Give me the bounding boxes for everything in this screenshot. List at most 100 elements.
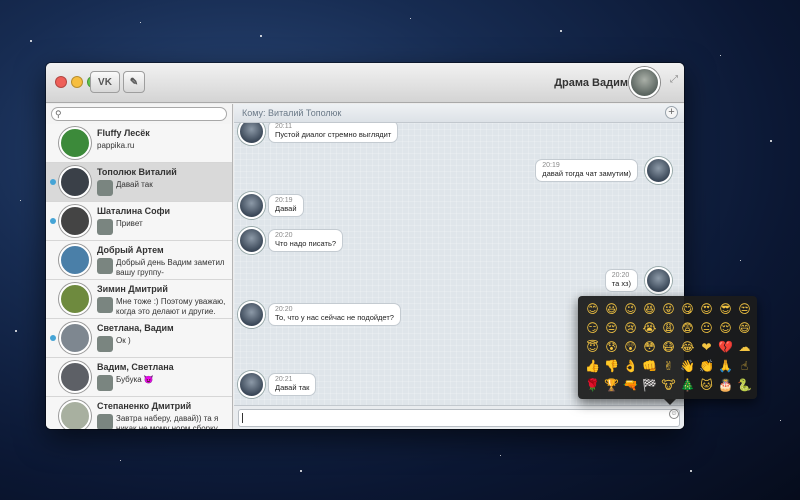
message-time: 20:19: [275, 197, 293, 204]
message-text: Давай так: [275, 383, 310, 392]
message-bubble[interactable]: 20:20 та хз): [604, 269, 638, 292]
contact-name: Степаненко Дмитрий: [97, 401, 192, 411]
emoji-item[interactable]: 👋: [678, 357, 697, 376]
emoji-item[interactable]: 😒: [735, 300, 754, 319]
emoji-item[interactable]: 🎂: [716, 376, 735, 395]
emoji-item[interactable]: 😨: [678, 319, 697, 338]
message-avatar: [238, 301, 265, 328]
emoji-item[interactable]: 😃: [602, 300, 621, 319]
message-bubble[interactable]: 20:11 Пустой диалог стремно выглядит: [268, 123, 399, 143]
emoji-item[interactable]: 😷: [659, 338, 678, 357]
emoji-item[interactable]: 👌: [621, 357, 640, 376]
message-text: Что надо писать?: [275, 239, 337, 248]
emoji-item[interactable]: 😲: [621, 338, 640, 357]
contact-item[interactable]: Зимин Дмитрий Мне тоже :) Поэтому уважаю,…: [46, 280, 232, 319]
message-avatar: [238, 371, 265, 398]
message-bubble[interactable]: 20:20 Что надо писать?: [268, 229, 344, 252]
emoji-icon[interactable]: ☺: [669, 409, 679, 419]
contact-item[interactable]: Тополюк Виталий Давай так: [46, 163, 232, 202]
compose-icon[interactable]: ✎: [123, 71, 145, 93]
message-input[interactable]: [238, 409, 680, 427]
composer: ☺: [234, 405, 684, 429]
contact-item[interactable]: Светлана, Вадим Ок ): [46, 319, 232, 358]
contact-name: Добрый Артем: [97, 245, 164, 255]
emoji-item[interactable]: 🏁: [640, 376, 659, 395]
message-avatar: [238, 227, 265, 254]
emoji-item[interactable]: 😐: [697, 319, 716, 338]
vk-logo-icon[interactable]: VK: [90, 71, 120, 93]
message-time: 20:20: [275, 306, 293, 313]
emoji-item[interactable]: 😰: [602, 338, 621, 357]
emoji-item[interactable]: ❤: [697, 338, 716, 357]
sender-mini-avatar: [97, 219, 113, 235]
message-avatar: [238, 123, 265, 145]
contact-item[interactable]: Вадим, Светлана Бубука 😈: [46, 358, 232, 397]
contact-item[interactable]: Добрый Артем Добрый день Вадим заметил ва…: [46, 241, 232, 280]
emoji-item[interactable]: 🐮: [659, 376, 678, 395]
emoji-item[interactable]: 👎: [602, 357, 621, 376]
emoji-item[interactable]: ☝: [735, 357, 754, 376]
contact-name: Зимин Дмитрий: [97, 284, 168, 294]
message-bubble[interactable]: 20:19 давай тогда чат замутим): [535, 159, 638, 182]
emoji-item[interactable]: 👍: [583, 357, 602, 376]
emoji-picker: 😊 😃 😉 😆 😜 😋 😍 😎 😒 😏 😔 😢 😭 😩 😨 😐 😌 😄 😇 😰 😲 😳 😷 😂 ❤ 💔 ☁ 👍 👎 👌 👊 ✌ 👋 👏 🙏 ☝ 🌹 🏆 🔫 🏁…: [578, 296, 757, 405]
emoji-item[interactable]: 😔: [602, 319, 621, 338]
emoji-item[interactable]: 😍: [697, 300, 716, 319]
emoji-item[interactable]: 😌: [716, 319, 735, 338]
message-bubble[interactable]: 20:21 Давай так: [268, 373, 317, 396]
emoji-item[interactable]: 😢: [621, 319, 640, 338]
message-text: давай тогда чат замутим): [542, 169, 631, 178]
emoji-item[interactable]: 🐱: [697, 376, 716, 395]
emoji-grid: 😊 😃 😉 😆 😜 😋 😍 😎 😒 😏 😔 😢 😭 😩 😨 😐 😌 😄 😇 😰 😲 😳 😷 😂 ❤ 💔 ☁ 👍 👎 👌 👊 ✌ 👋 👏 🙏 ☝ 🌹 🏆 🔫 🏁…: [583, 300, 752, 395]
emoji-item[interactable]: 😜: [659, 300, 678, 319]
message-avatar: [645, 267, 672, 294]
emoji-item[interactable]: 😳: [640, 338, 659, 357]
message-bubble[interactable]: 20:20 То, что у нас сейчас не подойдет?: [268, 303, 401, 326]
message-text: То, что у нас сейчас не подойдет?: [275, 313, 394, 322]
message-preview: Привет: [116, 219, 143, 228]
emoji-item[interactable]: 🔫: [621, 376, 640, 395]
emoji-item[interactable]: 😩: [659, 319, 678, 338]
close-window-button[interactable]: [55, 76, 67, 88]
sender-mini-avatar: [97, 414, 113, 429]
message-preview: Добрый день Вадим заметил вашу группу-: [116, 258, 225, 277]
message-in: 20:20 Что надо писать?: [234, 227, 684, 257]
expand-icon[interactable]: ⤢: [670, 75, 680, 85]
search-input[interactable]: ⚲: [51, 107, 227, 121]
emoji-item[interactable]: 🙏: [716, 357, 735, 376]
emoji-item[interactable]: 😉: [621, 300, 640, 319]
online-indicator: [50, 218, 56, 224]
emoji-item[interactable]: 💔: [716, 338, 735, 357]
emoji-item[interactable]: ✌: [659, 357, 678, 376]
emoji-item[interactable]: 😎: [716, 300, 735, 319]
online-indicator: [50, 335, 56, 341]
emoji-item[interactable]: 😇: [583, 338, 602, 357]
emoji-item[interactable]: 😏: [583, 319, 602, 338]
message-out: 20:19 давай тогда чат замутим): [234, 157, 684, 187]
contact-avatar: [59, 322, 91, 354]
emoji-item[interactable]: 👊: [640, 357, 659, 376]
contact-item[interactable]: Степаненко Дмитрий Завтра наберу, давай))…: [46, 397, 232, 429]
emoji-item[interactable]: ☁: [735, 338, 754, 357]
emoji-item[interactable]: 😄: [735, 319, 754, 338]
current-user-avatar[interactable]: [629, 67, 660, 98]
message-avatar: [238, 192, 265, 219]
emoji-item[interactable]: 🌹: [583, 376, 602, 395]
emoji-item[interactable]: 😂: [678, 338, 697, 357]
minimize-window-button[interactable]: [71, 76, 83, 88]
contact-name: Шаталина Софи: [97, 206, 171, 216]
message-bubble[interactable]: 20:19 Давай: [268, 194, 304, 217]
contact-avatar: [59, 361, 91, 393]
add-icon[interactable]: +: [665, 106, 678, 119]
contact-item[interactable]: Шаталина Софи Привет: [46, 202, 232, 241]
emoji-item[interactable]: 🐍: [735, 376, 754, 395]
emoji-item[interactable]: 😭: [640, 319, 659, 338]
emoji-item[interactable]: 😆: [640, 300, 659, 319]
current-user-name[interactable]: Драма Вадим: [554, 77, 628, 89]
emoji-item[interactable]: 🏆: [602, 376, 621, 395]
contact-item[interactable]: Fluffy Лесёк pappika.ru: [46, 124, 232, 163]
emoji-item[interactable]: 😊: [583, 300, 602, 319]
emoji-item[interactable]: 😋: [678, 300, 697, 319]
emoji-item[interactable]: 🎄: [678, 376, 697, 395]
emoji-item[interactable]: 👏: [697, 357, 716, 376]
